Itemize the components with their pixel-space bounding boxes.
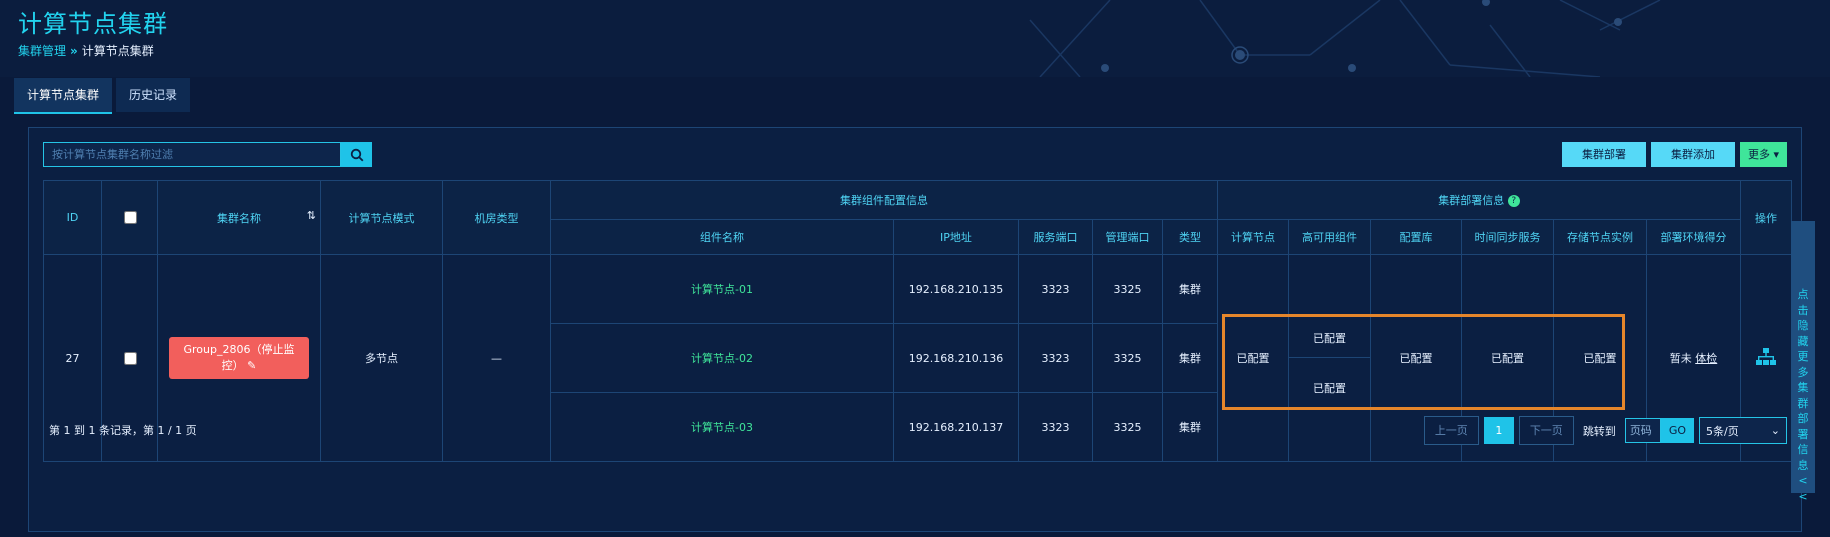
page-header: 计算节点集群 集群管理» 计算节点集群 — [0, 0, 1830, 77]
cell-ha-deploy: 已配置 已配置 — [1288, 254, 1371, 462]
col-header-compute-node: 计算节点 — [1217, 219, 1289, 255]
ha-item: 已配置 — [1313, 382, 1346, 395]
next-page-button[interactable]: 下一页 — [1518, 416, 1574, 445]
row-checkbox[interactable] — [123, 351, 137, 365]
tab-compute-cluster[interactable]: 计算节点集群 — [14, 78, 113, 114]
page-size-value: 5条/页 — [1706, 424, 1739, 438]
chevron-down-icon: ⌄ — [1770, 424, 1780, 437]
ha-item: 已配置 — [1289, 289, 1370, 358]
col-header-manage-port: 管理端口 — [1092, 219, 1163, 255]
col-header-ha: 高可用组件 — [1288, 219, 1371, 255]
select-all-checkbox[interactable] — [123, 211, 137, 224]
breadcrumb: 集群管理 » 计算节点集群 — [18, 42, 154, 59]
circuit-decoration — [1029, 0, 1661, 77]
col-header-time-sync: 时间同步服务 — [1461, 219, 1554, 255]
component-type: 集群 — [1162, 254, 1218, 324]
component-manage-port: 3325 — [1092, 323, 1163, 393]
side-panel-label: 点击隐藏更多集群部署信息<< — [1797, 288, 1809, 503]
cluster-search-input[interactable] — [43, 142, 341, 167]
col-header-ip: IP地址 — [893, 219, 1019, 255]
breadcrumb-current: 计算节点集群 — [81, 44, 154, 58]
col-header-name[interactable]: 集群名称 ⇅ — [157, 180, 321, 255]
col-header-storage: 存储节点实例 — [1553, 219, 1647, 255]
col-header-room: 机房类型 — [442, 180, 551, 255]
pagination: 上一页 1 下一页 跳转到 GO 5条/页 ⌄ — [1423, 416, 1787, 445]
page-size-select[interactable]: 5条/页 ⌄ — [1699, 417, 1787, 444]
col-header-type: 类型 — [1162, 219, 1218, 255]
edit-icon[interactable]: ✎ — [247, 359, 256, 372]
tab-bar: 计算节点集群 历史记录 — [14, 78, 194, 114]
go-button[interactable]: GO — [1660, 418, 1694, 443]
search-icon — [350, 148, 363, 161]
group-name-label: Group_2806（停止监控） — [183, 343, 295, 372]
cluster-deploy-button[interactable]: 集群部署 — [1561, 142, 1646, 167]
col-header-score: 部署环境得分 — [1646, 219, 1741, 255]
component-ip: 192.168.210.135 — [893, 254, 1019, 324]
col-group-deploy-label: 集群部署信息 — [1438, 194, 1505, 207]
more-button[interactable]: 更多 ▾ — [1739, 142, 1787, 167]
sort-icon[interactable]: ⇅ — [307, 209, 316, 222]
col-header-mode: 计算节点模式 — [320, 180, 443, 255]
component-service-port: 3323 — [1018, 254, 1093, 324]
page-number-1[interactable]: 1 — [1483, 417, 1514, 444]
breadcrumb-separator: » — [70, 44, 78, 58]
breadcrumb-parent[interactable]: 集群管理 — [18, 44, 66, 58]
topology-icon[interactable] — [1756, 347, 1776, 367]
col-group-component: 集群组件配置信息 — [550, 180, 1218, 220]
component-service-port: 3323 — [1018, 392, 1093, 462]
tab-history[interactable]: 历史记录 — [116, 78, 191, 112]
prev-page-button[interactable]: 上一页 — [1423, 416, 1479, 445]
component-type: 集群 — [1162, 392, 1218, 462]
toolbar: 集群部署 集群添加 更多 ▾ — [1561, 142, 1787, 167]
component-manage-port: 3325 — [1092, 392, 1163, 462]
score-text: 暂未 — [1669, 352, 1692, 365]
more-button-label: 更多 — [1747, 148, 1770, 161]
page-title: 计算节点集群 — [18, 10, 168, 38]
col-header-component-name: 组件名称 — [550, 219, 894, 255]
component-name: 计算节点-02 — [550, 323, 894, 393]
health-check-link[interactable]: 体检 — [1695, 352, 1717, 365]
col-header-config-db: 配置库 — [1370, 219, 1462, 255]
component-service-port: 3323 — [1018, 323, 1093, 393]
col-group-deploy: 集群部署信息 ? — [1217, 180, 1741, 220]
cell-room: — — [442, 254, 551, 462]
col-header-select — [101, 180, 158, 255]
col-header-name-label: 集群名称 — [217, 211, 261, 225]
search-button[interactable] — [341, 142, 372, 167]
component-ip: 192.168.210.136 — [893, 323, 1019, 393]
side-panel-toggle[interactable]: 点击隐藏更多集群部署信息<< — [1791, 221, 1815, 503]
cluster-add-button[interactable]: 集群添加 — [1650, 142, 1735, 167]
component-manage-port: 3325 — [1092, 254, 1163, 324]
col-header-id: ID — [43, 180, 102, 255]
component-type: 集群 — [1162, 323, 1218, 393]
col-header-ops: 操作 — [1740, 180, 1792, 255]
page-jump-input[interactable] — [1624, 418, 1661, 443]
search-bar — [43, 142, 372, 167]
jump-group: GO — [1624, 418, 1694, 443]
table-row: 27 Group_2806（停止监控） ✎ 多节点 — 计算节点-01 192.… — [43, 254, 1792, 462]
caret-down-icon: ▾ — [1773, 148, 1779, 161]
cell-compute-deploy: 已配置 — [1217, 254, 1289, 462]
component-name: 计算节点-01 — [550, 254, 894, 324]
cell-mode: 多节点 — [320, 254, 443, 462]
cluster-panel: 集群部署 集群添加 更多 ▾ ID 集群名称 ⇅ 计算节点模式 机房类型 集群组 — [28, 127, 1802, 532]
col-header-service-port: 服务端口 — [1018, 219, 1093, 255]
component-ip: 192.168.210.137 — [893, 392, 1019, 462]
component-name: 计算节点-03 — [550, 392, 894, 462]
group-name-badge[interactable]: Group_2806（停止监控） ✎ — [169, 337, 309, 379]
help-icon[interactable]: ? — [1507, 195, 1520, 207]
jump-label: 跳转到 — [1582, 424, 1616, 438]
pagination-summary: 第 1 到 1 条记录，第 1 / 1 页 — [49, 424, 197, 437]
